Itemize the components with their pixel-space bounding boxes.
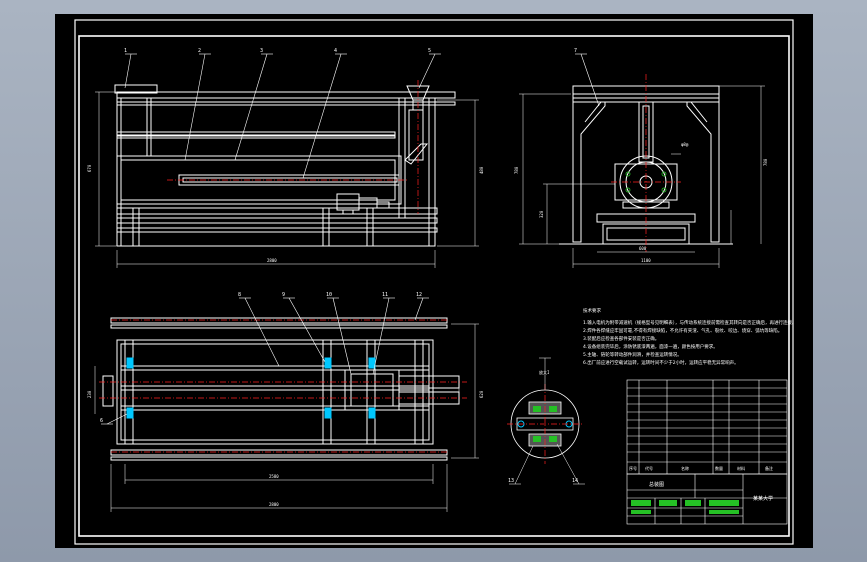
tech-note-2: 2.焊件各焊缝应牢固可靠,不得有焊接缺陷，不允许有夹渣、气孔、裂纹、咬边、烧穿、… [583,327,782,334]
plan-dim-width: 620 [479,390,484,398]
parts-header-remark: 备注 [765,465,773,471]
front-view-leaders [124,53,441,179]
plan-balloon-11: 11 [382,292,388,298]
side-dim-width: 1100 [641,258,651,263]
tech-note-3: 3.装配后应检查各部件安装是否正确。 [583,335,659,342]
front-view [114,84,456,247]
title-block-drawing-title: 总装图 [649,481,664,488]
sheet-inner-border [78,35,790,537]
side-view-center-lines [611,74,681,252]
plan-balloon-9: 9 [282,292,285,298]
parts-header-no: 序号 [629,465,637,471]
tech-note-1: 1.输入电机为附带减速机（规格型号见明细表），与传动系统连接前需检查其转向是否正… [583,319,797,326]
assembly-drawing: 1 2 3 4 5 2800 670 480 1100 600 780 780 … [74,19,797,545]
front-dim-length: 2800 [267,258,277,263]
plan-balloon-8: 8 [238,292,241,298]
detail-label: 放大I [539,369,550,375]
front-view-center-lines [167,80,419,214]
front-dim-height-left: 670 [87,164,92,172]
detail-balloon-14: 14 [572,478,578,484]
detail-view [507,357,585,485]
side-tag: φ8@ [681,142,689,147]
front-balloon-3: 3 [260,48,263,54]
front-balloon-5: 5 [428,48,431,54]
title-block-company: 某某大学 [753,495,773,502]
front-balloon-1: 1 [124,48,127,54]
plan-view-bearings [126,357,376,419]
front-balloon-4: 4 [334,48,337,54]
detail-balloon-13: 13 [508,478,514,484]
plan-balloon-6: 6 [100,418,103,424]
parts-header-name: 名称 [681,465,689,471]
front-view-dimensions [95,91,479,268]
tech-note-4: 4.设备组装完毕后，涂防锈底漆两遍，面漆一遍，颜色按用户要求。 [583,343,718,350]
front-balloon-2: 2 [198,48,201,54]
tech-note-6: 6.出厂前应进行空载试运转，运转时间不少于2小时，运转应平稳无异常响声。 [583,359,739,366]
plan-balloon-12: 12 [416,292,422,298]
side-balloon-7: 7 [574,48,577,54]
tech-note-5: 5.主轴、链轮等转动部件润滑，并检查运转情况。 [583,351,682,358]
parts-list [626,379,788,475]
plan-dim-overall: 2800 [269,502,279,507]
side-dim-small: 320 [539,210,544,218]
title-block-highlights [631,500,739,514]
parts-header-material: 材料 [737,465,745,471]
side-dim-base: 600 [639,246,647,251]
side-dim-overall: 780 [763,158,768,166]
tech-notes-title: 技术要求 [583,307,601,314]
plan-dim-inner: 2580 [269,474,279,479]
plan-view-dimensions [94,323,479,512]
plan-view [102,317,460,461]
parts-header-qty: 数量 [715,465,723,471]
plan-balloon-10: 10 [326,292,332,298]
plan-view-leaders [101,297,429,425]
plan-dim-small: 230 [87,390,92,398]
side-dim-height: 780 [514,166,519,174]
cad-viewport[interactable]: 1 2 3 4 5 2800 670 480 1100 600 780 780 … [55,14,813,548]
front-dim-height-right: 480 [479,166,484,174]
parts-header-code: 代号 [645,465,653,471]
